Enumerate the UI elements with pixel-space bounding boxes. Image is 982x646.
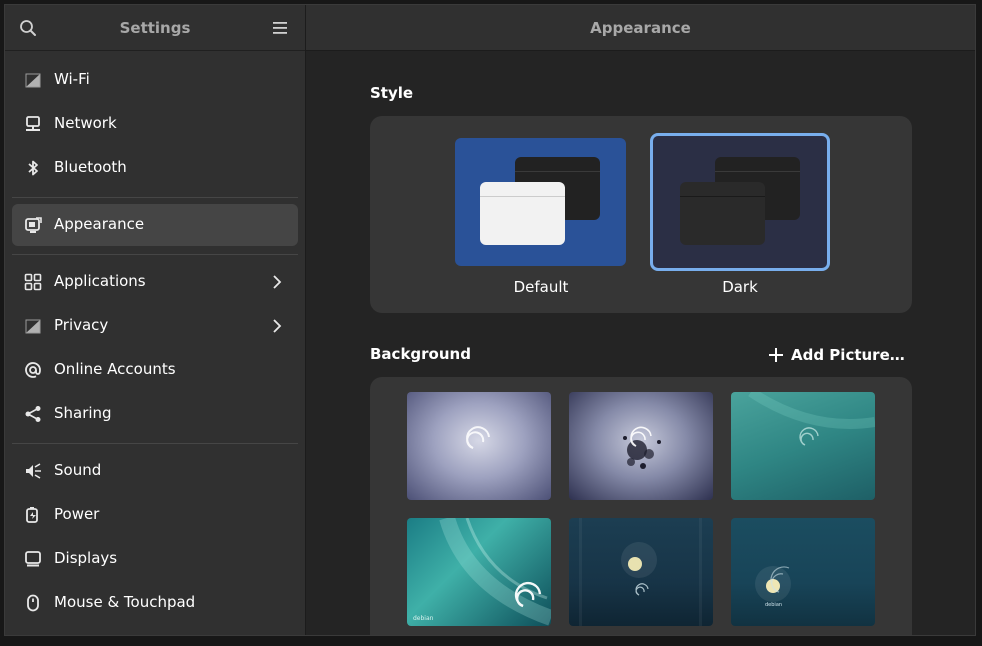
wallpaper-thumbnail[interactable]: [731, 392, 875, 500]
moon-swirl-icon: debian: [755, 566, 791, 608]
sidebar-item-label: Privacy: [54, 316, 109, 334]
page-title: Appearance: [590, 19, 691, 37]
sound-icon: [24, 462, 42, 480]
wallpaper-thumbnail[interactable]: [569, 392, 713, 500]
share-icon: [24, 405, 42, 423]
sidebar: Settings Wi-Fi Network Bluetooth Appeara…: [5, 5, 306, 635]
chevron-right-icon: [268, 317, 286, 335]
wallpaper-thumbnail[interactable]: debian: [731, 518, 875, 626]
wallpaper-watermark: debian: [765, 602, 782, 608]
sidebar-item-applications[interactable]: Applications: [12, 261, 298, 303]
sidebar-title: Settings: [119, 19, 191, 37]
sidebar-item-label: Applications: [54, 272, 146, 290]
mouse-icon: [24, 594, 42, 612]
appearance-panel: Appearance Style Default Dark Background…: [306, 5, 975, 635]
sidebar-item-wifi[interactable]: Wi-Fi: [12, 59, 298, 101]
style-option-label: Dark: [722, 278, 758, 296]
wallpaper-thumbnail[interactable]: [569, 518, 713, 626]
style-option-default[interactable]: Default: [451, 133, 631, 296]
privacy-icon: [24, 317, 42, 335]
default-style-thumbnail: [455, 138, 626, 266]
bluetooth-icon: [24, 159, 42, 177]
wallpaper-thumbnail[interactable]: [407, 392, 551, 500]
sidebar-item-label: Online Accounts: [54, 360, 176, 378]
sidebar-item-label: Bluetooth: [54, 158, 127, 176]
sidebar-item-sharing[interactable]: Sharing: [12, 393, 298, 435]
add-picture-label: Add Picture…: [791, 346, 905, 364]
sidebar-item-label: Appearance: [54, 215, 145, 233]
network-icon: [24, 115, 42, 133]
add-picture-button[interactable]: Add Picture…: [768, 343, 905, 367]
teal-wave-icon: debian: [413, 518, 551, 626]
sidebar-divider: [12, 443, 298, 444]
sidebar-divider: [12, 254, 298, 255]
style-heading: Style: [370, 84, 414, 102]
wifi-icon: [24, 71, 42, 89]
sidebar-item-appearance[interactable]: Appearance: [12, 204, 298, 246]
content-header: Appearance: [306, 5, 975, 51]
sidebar-item-power[interactable]: Power: [12, 494, 298, 536]
sidebar-item-bluetooth[interactable]: Bluetooth: [12, 147, 298, 189]
sidebar-item-label: Displays: [54, 549, 118, 567]
sidebar-item-label: Sound: [54, 461, 102, 479]
sidebar-item-displays[interactable]: Displays: [12, 538, 298, 580]
sidebar-item-label: Sharing: [54, 404, 112, 422]
appearance-icon: [24, 216, 42, 234]
wallpaper-watermark: debian: [413, 615, 434, 622]
debian-swirl-icon: [466, 426, 490, 449]
dark-style-thumbnail: [650, 133, 830, 271]
teal-swirl-icon: [748, 392, 875, 446]
settings-window: Settings Wi-Fi Network Bluetooth Appeara…: [4, 4, 976, 636]
background-card: debian debian: [370, 377, 912, 635]
sidebar-item-label: Network: [54, 114, 117, 132]
sidebar-item-label: Wi-Fi: [54, 70, 90, 88]
hamburger-icon: [273, 22, 287, 34]
power-icon: [24, 506, 42, 524]
plus-icon: [769, 348, 783, 362]
at-icon: [24, 361, 42, 379]
sidebar-item-sound[interactable]: Sound: [12, 450, 298, 492]
sidebar-item-label: Mouse & Touchpad: [54, 593, 196, 611]
sidebar-item-label: Power: [54, 505, 100, 523]
sidebar-divider: [12, 197, 298, 198]
main-menu-button[interactable]: [268, 16, 292, 40]
wallpaper-thumbnail[interactable]: debian: [407, 518, 551, 626]
style-option-label: Default: [513, 278, 569, 296]
applications-icon: [24, 273, 42, 291]
chevron-right-icon: [268, 273, 286, 291]
splatter-swirl-icon: [623, 426, 661, 469]
sidebar-item-network[interactable]: Network: [12, 103, 298, 145]
style-card: Default Dark: [370, 116, 912, 313]
sidebar-item-online-accounts[interactable]: Online Accounts: [12, 349, 298, 391]
sidebar-item-mouse-touchpad[interactable]: Mouse & Touchpad: [12, 582, 298, 624]
display-icon: [24, 550, 42, 568]
background-heading: Background: [370, 345, 471, 363]
style-option-dark[interactable]: Dark: [650, 133, 830, 296]
moonlight-icon: [579, 518, 702, 626]
sidebar-item-privacy[interactable]: Privacy: [12, 305, 298, 347]
sidebar-header: Settings: [5, 5, 305, 51]
